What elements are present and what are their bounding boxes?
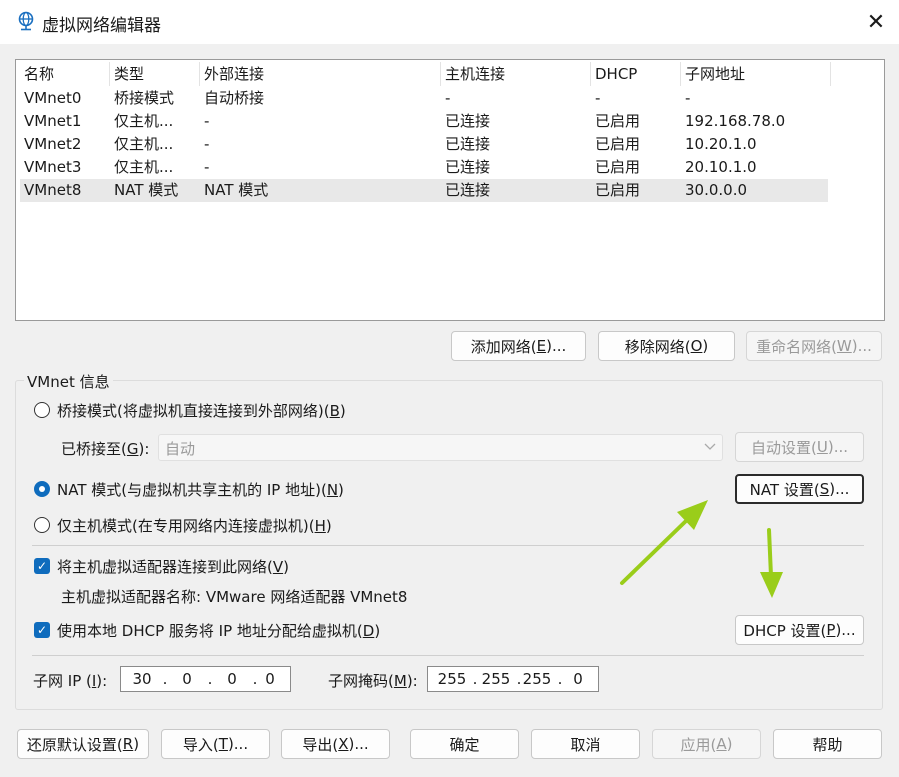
label-pre: 还原默认设置( [26, 735, 123, 754]
arrow-to-dhcp-settings-icon [760, 528, 783, 598]
export-button[interactable]: 导出(X)... [281, 729, 390, 759]
label-key: X [338, 735, 349, 753]
label-pre: 导出( [302, 735, 339, 754]
annotation-arrows [620, 500, 783, 598]
label-pre: 应用( [680, 735, 717, 754]
label-pre: 导入( [182, 735, 219, 754]
label-post: )... [348, 735, 369, 753]
apply-button[interactable]: 应用(A) [652, 729, 761, 759]
help-button[interactable]: 帮助 [773, 729, 882, 759]
label-post: ) [133, 735, 140, 753]
ok-button[interactable]: 确定 [410, 729, 519, 759]
label-key: T [218, 735, 228, 753]
arrow-to-nat-settings-icon [620, 500, 708, 585]
restore-defaults-button[interactable]: 还原默认设置(R) [17, 729, 149, 759]
import-button[interactable]: 导入(T)... [161, 729, 270, 759]
label-post: )... [227, 735, 249, 753]
label-key: R [122, 735, 134, 753]
cancel-button[interactable]: 取消 [531, 729, 640, 759]
label-key: A [716, 735, 727, 753]
label-post: ) [726, 735, 733, 753]
